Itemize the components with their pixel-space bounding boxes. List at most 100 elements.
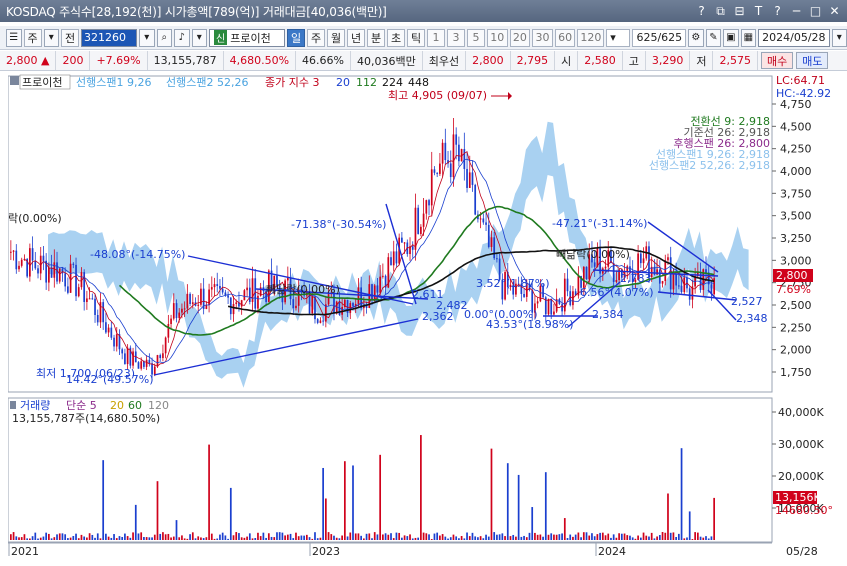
- search-icon[interactable]: ⌕: [156, 28, 172, 47]
- text-icon[interactable]: T: [750, 3, 767, 20]
- candle-body: [485, 222, 487, 225]
- chart-area[interactable]: 4,750 4,500 4,250 4,000 3,750 3,500 3,250 3,000…: [8, 72, 841, 566]
- period-second[interactable]: 초: [387, 28, 405, 47]
- chart-svg[interactable]: 4,7504,5004,2504,0003,7503,5003,2503,000…: [8, 72, 841, 566]
- indicator-icon[interactable]: ⚙: [688, 28, 704, 47]
- interval-20[interactable]: 20: [509, 28, 531, 47]
- volume-bar: [395, 532, 398, 540]
- volume-bar: [262, 532, 265, 540]
- x-label-end: 05/28: [786, 545, 818, 558]
- best-bid: 2,795: [511, 51, 556, 70]
- market-select[interactable]: 주: [23, 28, 42, 47]
- price-tick-label: 4,500: [780, 120, 812, 133]
- volume-bar: [243, 537, 246, 540]
- open-price: 2,580: [578, 51, 623, 70]
- candle-body: [420, 226, 422, 234]
- candle-body: [553, 311, 555, 315]
- minimize-icon[interactable]: ─: [788, 3, 805, 20]
- interval-60[interactable]: 60: [554, 28, 576, 47]
- annotation-angle-7: 6.56°(4.07%): [580, 286, 654, 299]
- period-minute[interactable]: 분: [367, 28, 385, 47]
- volume-bar: [181, 535, 183, 540]
- volume-bar: [428, 534, 430, 540]
- all-button[interactable]: 전: [61, 28, 79, 47]
- volume-bar: [371, 538, 373, 540]
- volume-bar: [235, 532, 238, 540]
- interval-5[interactable]: 5: [467, 28, 485, 47]
- volume-bar: [512, 534, 515, 540]
- volume-bar: [623, 533, 626, 540]
- volume-bar: [474, 536, 477, 540]
- date-dropdown-icon[interactable]: ▾: [831, 28, 847, 47]
- speaker-icon[interactable]: ♪: [174, 28, 190, 47]
- candle-body: [96, 314, 99, 323]
- stock-name-field[interactable]: 신 프로이천: [209, 28, 285, 47]
- link-icon[interactable]: ⧉: [712, 3, 729, 20]
- interval-3[interactable]: 3: [447, 28, 465, 47]
- code-dropdown-icon[interactable]: ▾: [139, 28, 155, 47]
- volume-bar: [246, 536, 248, 540]
- close-icon[interactable]: ✕: [826, 3, 843, 20]
- custom-interval-select[interactable]: ▾: [606, 28, 631, 47]
- chevron-down-icon[interactable]: ▾: [191, 28, 207, 47]
- annotation-angle-6: 43.53°(18.98%): [486, 318, 574, 331]
- candle-body: [50, 267, 53, 278]
- help-icon[interactable]: ?: [693, 3, 710, 20]
- calendar-icon[interactable]: ▦: [740, 28, 757, 47]
- candle-body: [672, 273, 675, 290]
- candle-body: [102, 302, 105, 323]
- list-icon[interactable]: ☰: [6, 28, 22, 47]
- volume-bar: [37, 538, 39, 540]
- volume-bar: [295, 532, 297, 540]
- annotation-angle-1: -48.08°(-14.75%): [90, 248, 185, 261]
- volume-bar: [240, 537, 243, 540]
- candle-body: [403, 242, 406, 244]
- legend-grid-icon[interactable]: [10, 76, 19, 85]
- chevron-down-icon[interactable]: ▾: [43, 28, 59, 47]
- volume-legend-icon[interactable]: [10, 401, 16, 409]
- volume-bar: [379, 454, 382, 540]
- date-field[interactable]: 2024/05/28: [758, 28, 830, 47]
- volume-bar: [175, 520, 178, 540]
- candle-body: [493, 237, 496, 259]
- period-year[interactable]: 년: [347, 28, 365, 47]
- volume-bar: [610, 537, 612, 540]
- candle-body: [523, 293, 525, 297]
- volume-bar: [153, 534, 156, 540]
- volume-bar: [414, 537, 417, 540]
- volume-bar: [458, 538, 460, 540]
- candle-body: [566, 278, 569, 292]
- interval-30[interactable]: 30: [532, 28, 553, 47]
- maximize-icon[interactable]: □: [807, 3, 824, 20]
- buy-button[interactable]: 매수: [760, 52, 794, 69]
- candle-body: [113, 337, 115, 347]
- candle-body: [115, 334, 118, 347]
- interval-10[interactable]: 10: [487, 28, 508, 47]
- candle-body: [661, 281, 664, 284]
- annotation-horizontal-1: 빼닮락(0.00%): [266, 283, 340, 296]
- best-ask-label: 최우선: [423, 51, 467, 70]
- price-change: 200: [56, 51, 91, 70]
- candle-body: [680, 285, 683, 293]
- question-icon[interactable]: ?: [769, 3, 786, 20]
- sell-button[interactable]: 매도: [796, 52, 829, 69]
- draw-icon[interactable]: ✎: [705, 28, 722, 47]
- volume-bar: [305, 534, 308, 540]
- data-count-field[interactable]: 625/625: [632, 28, 687, 47]
- volume-bar: [156, 481, 159, 540]
- interval-1[interactable]: 1: [427, 28, 445, 47]
- point-2783: 2,783: [620, 272, 652, 285]
- volume-bar: [118, 536, 121, 540]
- candle-body: [124, 353, 126, 365]
- candle-body: [536, 301, 539, 304]
- period-tick[interactable]: 틱: [407, 28, 425, 47]
- volume-bar: [452, 534, 455, 540]
- period-month[interactable]: 월: [327, 28, 345, 47]
- candle-body: [246, 287, 248, 291]
- save-icon[interactable]: ▣: [723, 28, 739, 47]
- stock-code-input[interactable]: [81, 28, 137, 47]
- interval-120[interactable]: 120: [577, 28, 605, 47]
- period-day[interactable]: 일: [287, 28, 305, 47]
- layout-icon[interactable]: ⊟: [731, 3, 748, 20]
- period-week[interactable]: 주: [307, 28, 325, 47]
